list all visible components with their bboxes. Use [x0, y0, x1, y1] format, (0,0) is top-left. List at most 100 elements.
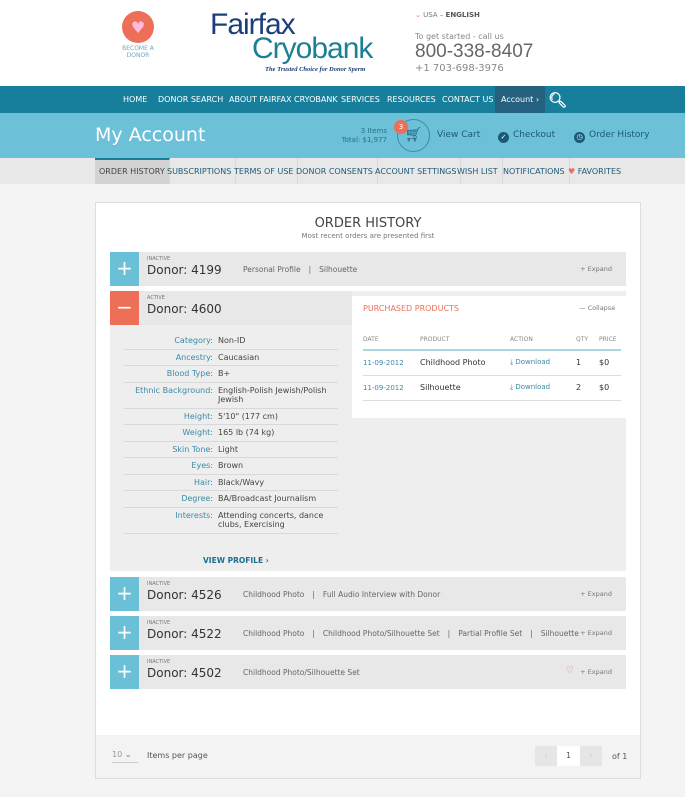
date: 11-09-2012	[363, 375, 420, 401]
donor-id: Donor: 4199	[147, 263, 222, 277]
expand-toggle[interactable]: +	[110, 577, 139, 611]
order-row: + INACTIVE Donor: 4526 Childhood PhotoFu…	[110, 577, 626, 611]
donor-id: Donor: 4600	[147, 302, 222, 316]
product-list: Childhood Photo/Silhouette Set	[243, 668, 360, 677]
check-icon: ✓	[498, 132, 509, 143]
section-subtitle: Most recent orders are presented first	[301, 232, 435, 240]
product: Childhood Photo	[243, 629, 305, 638]
col-date: DATE	[363, 330, 420, 351]
clock-icon: ◷	[574, 132, 585, 143]
tab-donor-consents[interactable]: DONOR CONSENTS	[292, 158, 378, 184]
page-input[interactable]: 1	[557, 746, 580, 766]
collapse-link[interactable]: — Collapse	[579, 304, 615, 312]
nav-about[interactable]: ABOUT FAIRFAX CRYOBANK	[229, 86, 338, 113]
nav-services[interactable]: SERVICES	[341, 86, 380, 113]
expand-toggle[interactable]: +	[110, 252, 139, 286]
tab-wish-list[interactable]: WISH LIST	[453, 158, 503, 184]
detail-label: Blood Type:	[166, 369, 213, 378]
favorites-label: FAVORITES	[577, 167, 622, 176]
download-link[interactable]: ⤓ Download	[510, 375, 576, 401]
cart-badge: 3	[394, 120, 408, 134]
nav-home[interactable]: HOME	[123, 86, 147, 113]
expand-toggle[interactable]: +	[110, 616, 139, 650]
become-donor-link[interactable]: BECOME A DONOR	[112, 45, 164, 59]
next-page-button[interactable]: ›	[580, 746, 602, 766]
search-icon[interactable]: 🔍︎	[548, 91, 567, 109]
page-count: of 1	[612, 752, 628, 761]
language-selector[interactable]: ⌄ USA – ENGLISH	[415, 11, 480, 19]
nav-donor-search[interactable]: DONOR SEARCH	[158, 86, 223, 113]
detail-row: Skin Tone: Light	[124, 442, 338, 458]
detail-row: Blood Type: B+	[124, 366, 338, 383]
nav-account[interactable]: Account ›	[495, 86, 546, 113]
tab-favorites[interactable]: ♥ FAVORITES	[564, 158, 625, 184]
section-title: ORDER HISTORY	[314, 216, 422, 231]
tab-account-settings[interactable]: ACCOUNT SETTINGS	[371, 158, 462, 184]
cart-summary: 3 Items Total: $1,977	[340, 127, 387, 145]
detail-value: B+	[218, 369, 231, 378]
tagline: The Trusted Choice for Donor Sperm	[265, 66, 366, 73]
detail-value: 5'10" (177 cm)	[218, 411, 278, 421]
product: Childhood Photo/Silhouette Set	[304, 629, 439, 638]
language: ENGLISH	[445, 11, 480, 19]
nav-resources[interactable]: RESOURCES	[387, 86, 436, 113]
donor-id: Donor: 4522	[147, 627, 222, 641]
expand-link[interactable]: + Expand	[580, 629, 612, 637]
view-cart-link[interactable]: View Cart	[437, 130, 480, 140]
col-action: ACTION	[510, 330, 576, 351]
order-row-active: − ACTIVE Donor: 4600	[110, 291, 352, 325]
collapse-toggle[interactable]: −	[110, 291, 139, 325]
tab-order-history[interactable]: ORDER HISTORY	[95, 158, 170, 184]
order-status: INACTIVE	[147, 620, 171, 626]
detail-value: Light	[218, 444, 238, 454]
detail-label: Ancestry:	[175, 352, 213, 362]
per-page-label: Items per page	[147, 751, 208, 760]
nav-contact[interactable]: CONTACT US	[442, 86, 493, 113]
order-row: + INACTIVE Donor: 4502 Childhood Photo/S…	[110, 655, 626, 689]
detail-label: Weight:	[182, 428, 213, 437]
expand-toggle[interactable]: +	[110, 655, 139, 689]
prev-page-button[interactable]: ‹	[535, 746, 557, 766]
donor-details: Category: Non-ID Ancestry: Caucasian Blood T…	[124, 333, 338, 534]
detail-row: Eyes: Brown	[124, 458, 338, 475]
heart-icon: ♥	[568, 167, 578, 176]
product-list: Childhood PhotoFull Audio Interview with…	[243, 590, 440, 599]
detail-value: Black/Wavy	[218, 477, 265, 487]
chevron-down-icon: ⌄	[124, 750, 132, 759]
product: Silhouette	[301, 265, 358, 274]
download-link[interactable]: ⤓ Download	[510, 350, 576, 376]
product: Personal Profile	[243, 265, 301, 274]
expand-link[interactable]: + Expand	[580, 590, 612, 598]
purchased-products-tab[interactable]: PURCHASED PRODUCTS	[363, 304, 459, 313]
product: Full Audio Interview with Donor	[304, 590, 440, 599]
heart-icon[interactable]: ♥	[122, 11, 154, 43]
detail-value: Caucasian	[218, 352, 260, 362]
checkout-link[interactable]: ✓ Checkout	[498, 130, 555, 143]
order-row: + INACTIVE Donor: 4522 Childhood PhotoCh…	[110, 616, 626, 650]
product: Silhouette	[420, 375, 510, 401]
date: 11-09-2012	[363, 350, 420, 376]
favorite-heart-icon[interactable]: ♡	[566, 666, 574, 676]
order-history-link[interactable]: ◷ Order History	[574, 130, 649, 143]
detail-row: Interests: Attending concerts, dance club…	[124, 508, 338, 534]
view-profile-link[interactable]: VIEW PROFILE ›	[203, 556, 269, 565]
per-page-select[interactable]: 10 ⌄	[112, 750, 138, 763]
order-status: ACTIVE	[147, 295, 165, 301]
donor-id: Donor: 4526	[147, 588, 222, 602]
tab-subscriptions[interactable]: SUBSCRIPTIONS	[163, 158, 237, 184]
tab-notifications[interactable]: NOTIFICATIONS	[499, 158, 570, 184]
expand-link[interactable]: + Expand	[580, 265, 612, 273]
cart-items-count: 3 Items	[360, 127, 387, 135]
per-page-value: 10	[112, 750, 123, 759]
detail-value: Attending concerts, dance clubs, Exercis…	[218, 510, 324, 530]
account-tabs: ORDER HISTORY SUBSCRIPTIONS TERMS OF USE…	[0, 158, 685, 184]
col-product: PRODUCT	[420, 330, 510, 351]
expand-link[interactable]: + Expand	[580, 668, 612, 676]
cart-total: Total: $1,977	[341, 136, 387, 144]
tab-terms[interactable]: TERMS OF USE	[230, 158, 299, 184]
product: Childhood Photo	[243, 590, 305, 599]
order-status: INACTIVE	[147, 581, 171, 587]
detail-label: Interests:	[175, 510, 213, 520]
product: Childhood Photo	[420, 350, 510, 376]
phone-number: 800-338-8407	[415, 41, 534, 62]
